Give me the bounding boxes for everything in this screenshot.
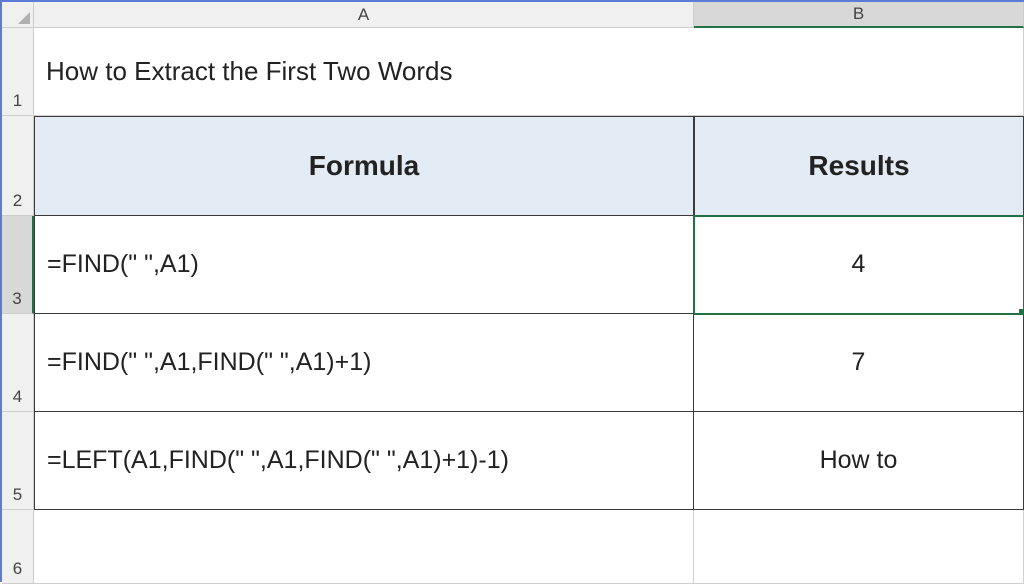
row-header-3[interactable]: 3 [2,216,34,314]
select-all-corner[interactable] [2,2,34,28]
cell-B4[interactable]: 7 [694,314,1024,412]
cell-B5[interactable]: How to [694,412,1024,510]
column-header-A[interactable]: A [34,2,694,28]
cell-B1[interactable] [694,28,1024,116]
cell-A4[interactable]: =FIND(" ",A1,FIND(" ",A1)+1) [34,314,694,412]
cell-A5[interactable]: =LEFT(A1,FIND(" ",A1,FIND(" ",A1)+1)-1) [34,412,694,510]
cell-A3[interactable]: =FIND(" ",A1) [34,216,694,314]
cell-A2-header-formula[interactable]: Formula [34,116,694,216]
cell-B2-header-results[interactable]: Results [694,116,1024,216]
column-header-B[interactable]: B [694,2,1024,28]
row-header-2[interactable]: 2 [2,116,34,216]
row-header-4[interactable]: 4 [2,314,34,412]
row-header-1[interactable]: 1 [2,28,34,116]
cell-B3-selected[interactable]: 4 [694,216,1024,314]
cell-A1[interactable]: How to Extract the First Two Words [34,28,694,116]
row-header-6[interactable]: 6 [2,510,34,584]
cell-B6[interactable] [694,510,1024,584]
cell-A6[interactable] [34,510,694,584]
row-header-5[interactable]: 5 [2,412,34,510]
spreadsheet-grid: A B 1 How to Extract the First Two Words… [2,2,1022,580]
